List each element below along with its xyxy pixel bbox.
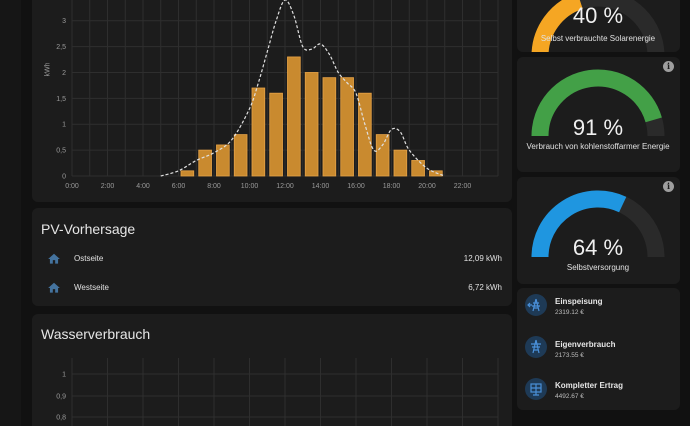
bar	[375, 134, 390, 177]
y-tick-label: 1,5	[56, 96, 66, 103]
bar	[233, 134, 248, 177]
energy-chart-card: kWh 0 0,5 1 1,5 2 2,5 3 0:00 2:00 4:00 6:00 8:00 10:…	[32, 0, 512, 202]
x-tick-label: 14:00	[312, 183, 330, 190]
gauge-card-low-carbon[interactable]: i 91 % Verbrauch von kohlenstoffarmer En…	[517, 57, 680, 172]
pv-row-value: 12,09 kWh	[463, 254, 502, 263]
y-tick-label: 0	[62, 174, 66, 181]
x-tick-label: 22:00	[454, 183, 472, 190]
x-tick-label: 16:00	[347, 183, 365, 190]
y-tick-label: 0,9	[56, 394, 66, 401]
pv-row-label: Westseite	[74, 283, 109, 292]
entity-value: 4492.67 €	[555, 393, 584, 400]
y-tick-label: 2	[62, 70, 66, 77]
gauge-title: Selbstversorgung	[566, 263, 630, 272]
x-tick-label: 8:00	[207, 183, 221, 190]
entity-row-einspeisung[interactable]: Einspeisung 2319.12 €	[517, 288, 680, 328]
x-tick-label: 18:00	[383, 183, 401, 190]
gauge-title: Verbrauch von kohlenstoffarmer Energie	[526, 142, 670, 151]
x-tick-label: 10:00	[241, 183, 259, 190]
pv-row-value: 6,72 kWh	[468, 283, 502, 292]
y-tick-label: 1	[62, 122, 66, 129]
y-tick-label: 0,8	[56, 415, 66, 422]
energy-chart: 0 0,5 1 1,5 2 2,5 3 0:00 2:00 4:00 6:00 8:00 10:00 12…	[56, 0, 499, 190]
gauge-value: 40 %	[572, 3, 624, 28]
pv-forecast-title: PV-Vorhersage	[41, 221, 136, 237]
home-icon	[48, 282, 60, 293]
y-tick-label: 2,5	[56, 44, 66, 51]
bar	[251, 87, 266, 177]
entity-name: Kompletter Ertrag	[555, 381, 624, 390]
bar	[322, 77, 337, 177]
bar	[340, 77, 354, 177]
x-tick-label: 2:00	[101, 183, 115, 190]
entity-row-kompletter-ertrag[interactable]: Kompletter Ertrag 4492.67 €	[517, 370, 680, 410]
bar	[393, 149, 408, 177]
pv-row-label: Ostseite	[74, 254, 104, 263]
water-chart: 10,90,80,7	[56, 358, 499, 426]
transmission-tower-icon	[525, 336, 547, 358]
y-tick-label: 1	[62, 372, 66, 379]
x-tick-label: 20:00	[418, 183, 436, 190]
gauge-title: Selbst verbrauchte Solarenergie	[540, 34, 656, 43]
entity-row-eigenverbrauch[interactable]: Eigenverbrauch 2173.55 €	[517, 330, 680, 370]
x-tick-label: 6:00	[172, 183, 186, 190]
x-tick-label: 4:00	[136, 183, 150, 190]
gauge-card-self-sufficiency[interactable]: i 64 % Selbstversorgung	[517, 177, 680, 284]
bar	[269, 92, 283, 177]
home-icon	[48, 253, 60, 264]
x-tick-label: 0:00	[65, 183, 79, 190]
pv-row-westseite[interactable]: Westseite 6,72 kWh	[32, 278, 512, 298]
transmission-tower-export-icon	[525, 294, 547, 316]
entity-value: 2173.55 €	[555, 352, 584, 359]
x-tick-label: 12:00	[276, 183, 294, 190]
y-tick-label: 3	[62, 18, 66, 25]
water-card: Wasserverbrauch 10,90,80,7	[32, 314, 512, 426]
bar	[180, 170, 195, 177]
y-tick-label: 0,5	[56, 148, 66, 155]
entity-value: 2319.12 €	[555, 309, 584, 316]
bar	[411, 160, 425, 177]
gauge-value: 64 %	[572, 235, 624, 260]
pv-row-ostseite[interactable]: Ostseite 12,09 kWh	[32, 249, 512, 269]
pv-forecast-card: PV-Vorhersage Ostseite 12,09 kWh Westsei…	[32, 208, 512, 306]
bar	[287, 56, 301, 177]
entity-name: Einspeisung	[555, 297, 603, 306]
gauge-value: 91 %	[572, 115, 624, 140]
bar	[304, 72, 319, 177]
sidebar-edge	[0, 0, 21, 426]
entity-name: Eigenverbrauch	[555, 340, 616, 349]
solar-panel-icon	[525, 378, 547, 400]
gauge-card-solar[interactable]: 40 % Selbst verbrauchte Solarenergie	[517, 0, 680, 52]
entities-card: Einspeisung 2319.12 € Eigenverbrauch 217…	[517, 288, 680, 410]
bar	[216, 144, 230, 177]
bar	[198, 149, 212, 177]
